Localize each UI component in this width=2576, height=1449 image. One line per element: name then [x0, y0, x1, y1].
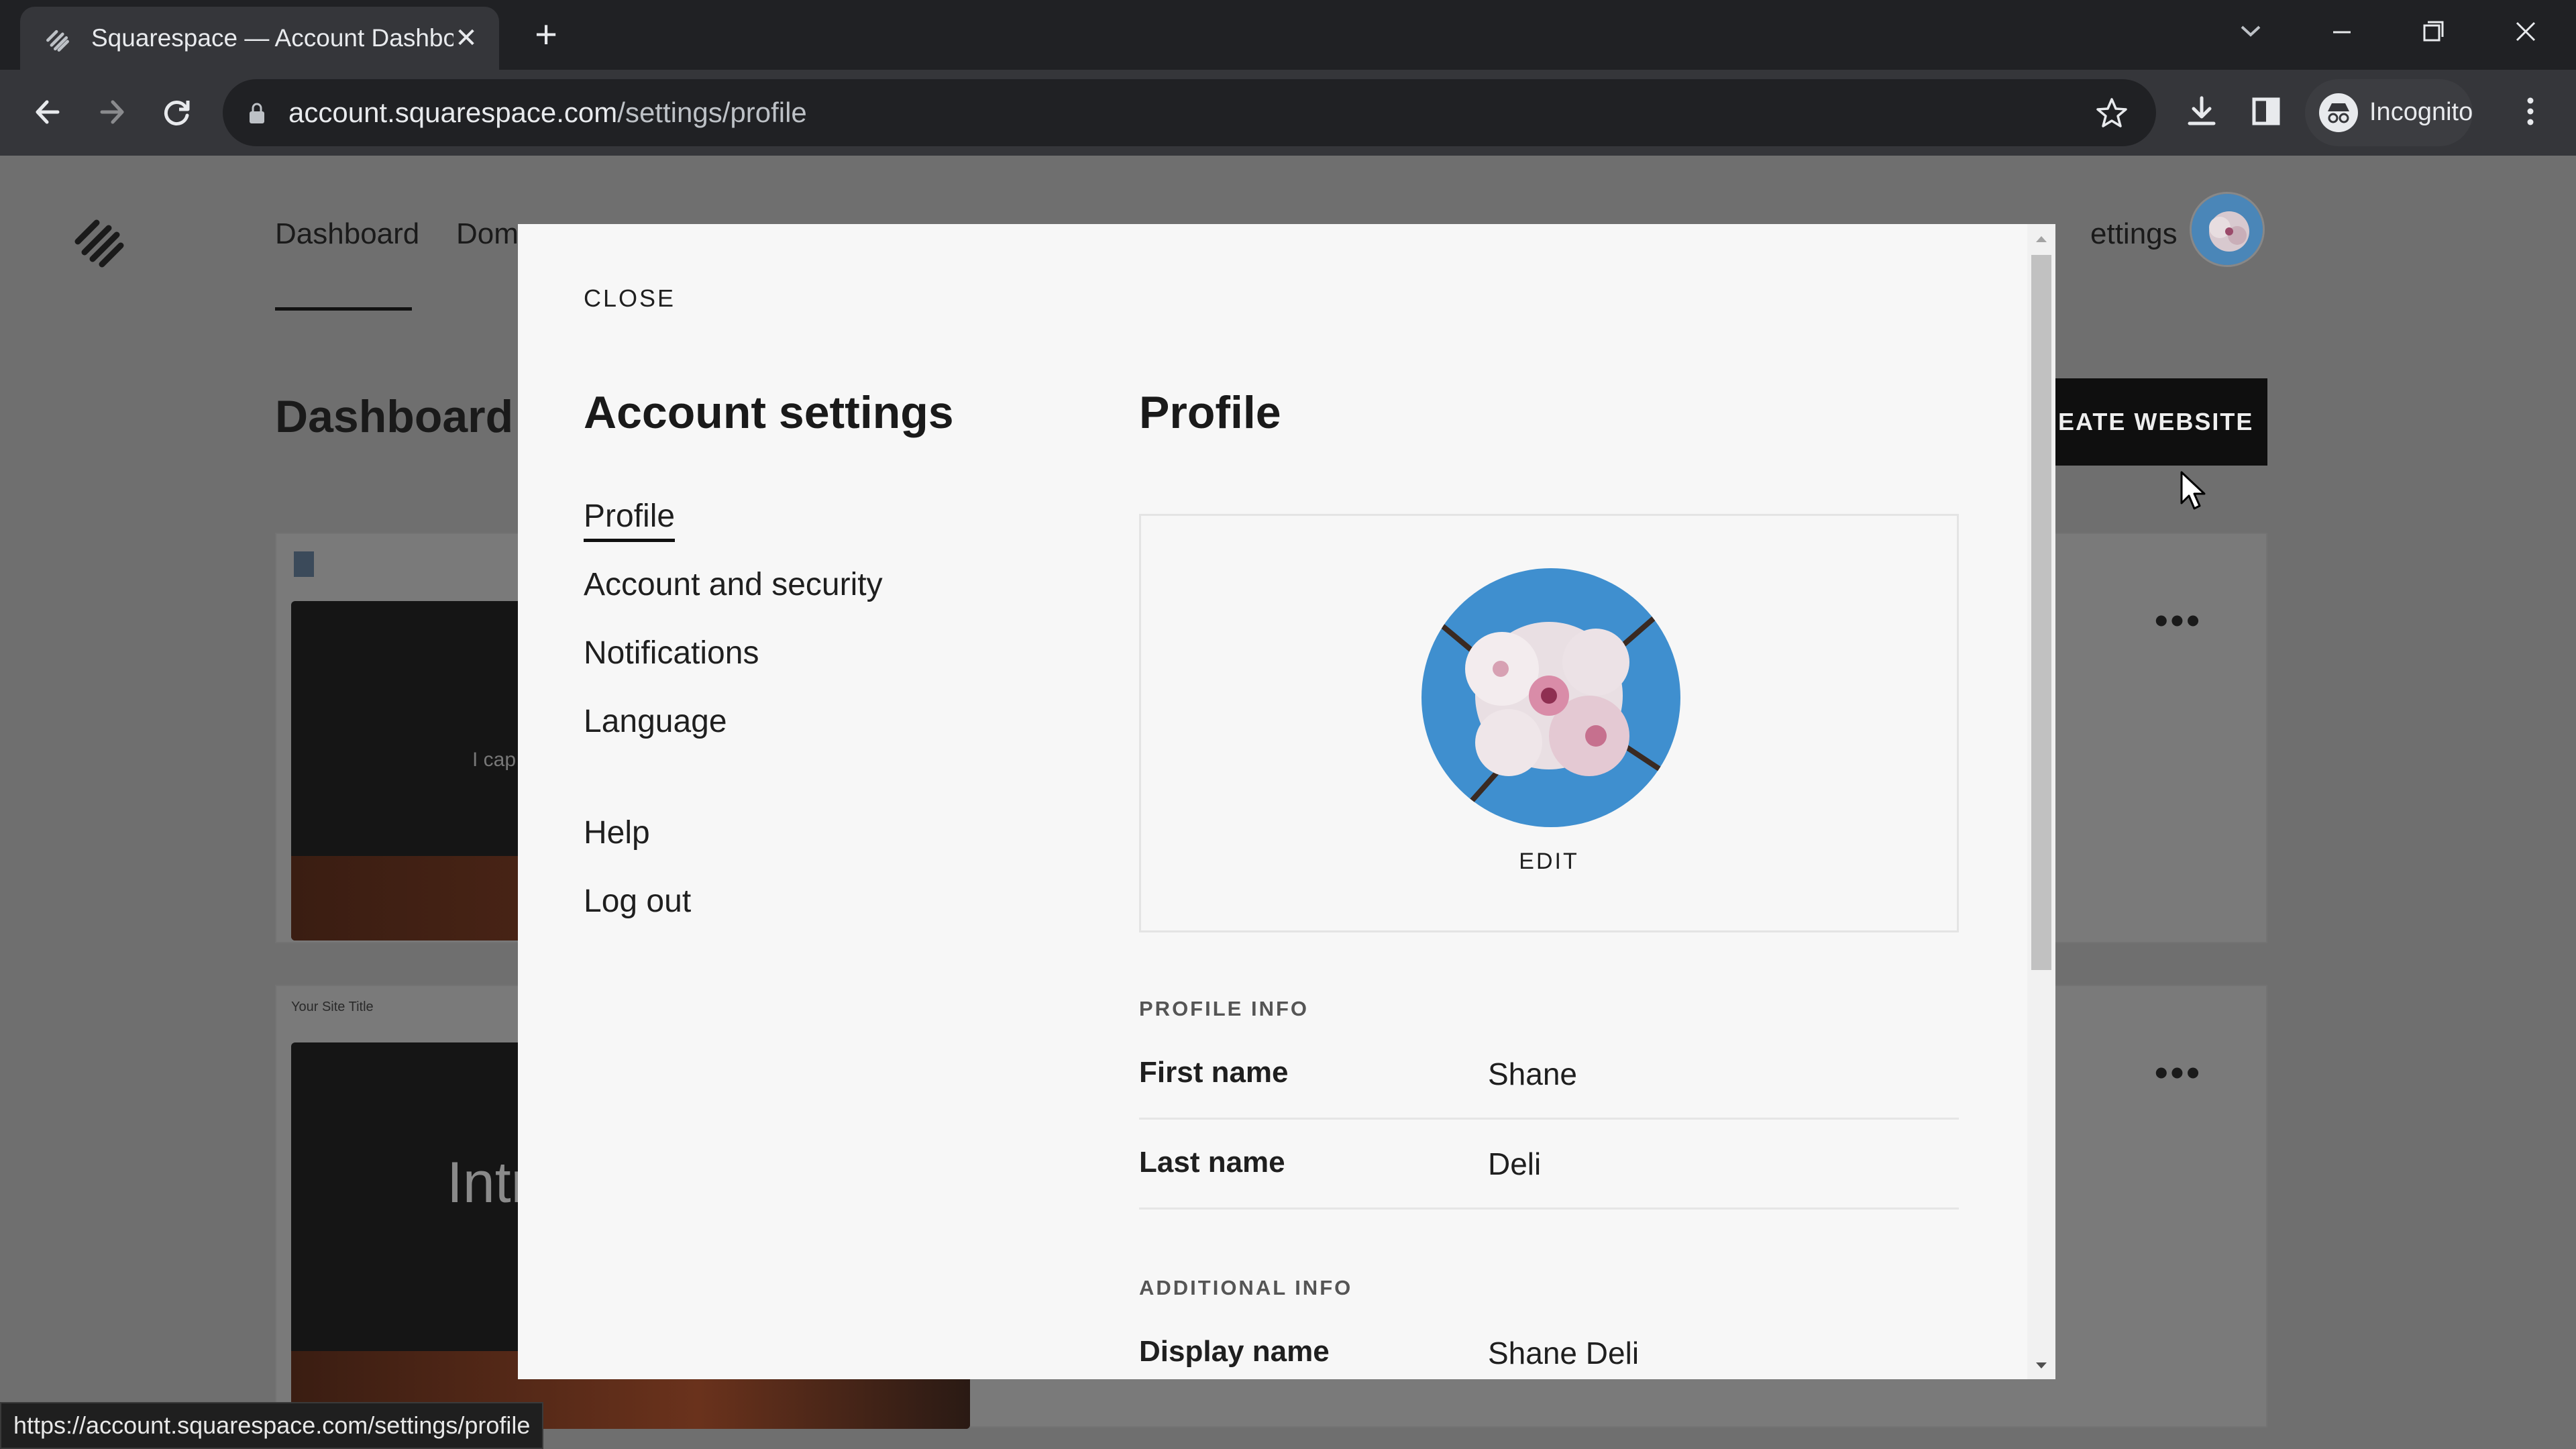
bookmark-star-icon[interactable]	[2094, 95, 2129, 130]
url-text[interactable]: account.squarespace.com/settings/profile	[288, 97, 807, 129]
menu-item-log-out[interactable]: Log out	[584, 883, 691, 920]
minimize-icon[interactable]	[2318, 12, 2365, 52]
close-button[interactable]: CLOSE	[584, 284, 676, 313]
menu-item-language[interactable]: Language	[584, 703, 727, 740]
nav-active-underline	[275, 307, 412, 311]
cherry-blossom-photo-icon	[1421, 568, 1680, 827]
squarespace-favicon-icon	[46, 30, 69, 52]
menu-item-help[interactable]: Help	[584, 814, 650, 851]
user-avatar[interactable]	[2190, 192, 2265, 267]
browser-tab[interactable]: Squarespace — Account Dashboard ✕	[20, 7, 499, 70]
page-title: Dashboard	[275, 391, 514, 442]
tab-close-icon[interactable]: ✕	[449, 21, 483, 55]
download-icon[interactable]	[2180, 90, 2223, 133]
lock-icon[interactable]	[247, 102, 267, 125]
url-path: /settings/profile	[617, 97, 807, 128]
reload-icon[interactable]	[153, 89, 200, 136]
incognito-label: Incognito	[2369, 98, 2473, 126]
restore-icon[interactable]	[2410, 12, 2457, 52]
blossom-avatar-icon	[2192, 194, 2263, 265]
divider	[1139, 1208, 1959, 1210]
side-panel-icon[interactable]	[2245, 90, 2288, 133]
nav-dashboard[interactable]: Dashboard	[275, 217, 419, 251]
profile-photo[interactable]	[1421, 568, 1680, 827]
address-bar[interactable]: account.squarespace.com/settings/profile	[223, 79, 2156, 146]
scroll-down-icon[interactable]	[2034, 1358, 2049, 1373]
mouse-cursor-icon	[2180, 471, 2206, 510]
menu-item-account-security[interactable]: Account and security	[584, 566, 883, 603]
divider	[1139, 1118, 1959, 1120]
scrollbar-thumb[interactable]	[2031, 255, 2051, 970]
create-website-button[interactable]: EATE WEBSITE	[2039, 378, 2267, 466]
nav-domains[interactable]: Dom	[456, 217, 519, 251]
back-icon[interactable]	[24, 89, 71, 136]
modal-scrollbar[interactable]	[2027, 224, 2055, 1379]
site-title-label: Your Site Title	[291, 1000, 374, 1014]
incognito-indicator[interactable]: Incognito	[2305, 79, 2473, 146]
new-tab-icon[interactable]: +	[526, 15, 566, 56]
site-thumbnail-text: I cap	[472, 749, 517, 771]
profile-photo-card: EDIT	[1139, 514, 1959, 932]
forward-icon[interactable]	[89, 89, 136, 136]
nav-settings[interactable]: ettings	[2090, 217, 2178, 251]
menu-item-notifications[interactable]: Notifications	[584, 635, 759, 672]
first-name-field[interactable]: Shane	[1488, 1056, 1577, 1092]
squarespace-logo-icon[interactable]	[67, 211, 131, 275]
close-window-icon[interactable]	[2502, 12, 2549, 52]
url-host: account.squarespace.com	[288, 97, 618, 128]
status-bar-url: https://account.squarespace.com/settings…	[0, 1402, 544, 1449]
menu-item-profile[interactable]: Profile	[584, 498, 676, 542]
browser-toolbar: account.squarespace.com/settings/profile…	[0, 70, 2576, 156]
last-name-field[interactable]: Deli	[1488, 1146, 1541, 1182]
last-name-label: Last name	[1139, 1146, 1285, 1179]
site-favicon-icon	[294, 551, 314, 577]
scroll-up-icon[interactable]	[2034, 232, 2049, 247]
first-name-label: First name	[1139, 1056, 1289, 1089]
tab-search-icon[interactable]	[2227, 12, 2274, 52]
account-settings-modal: CLOSE Account settings Profile Account a…	[518, 224, 2055, 1379]
site-card-more-icon[interactable]: •••	[2155, 1051, 2202, 1094]
account-settings-heading: Account settings	[584, 387, 954, 438]
browser-tab-strip: Squarespace — Account Dashboard ✕ +	[0, 0, 2576, 70]
display-name-label: Display name	[1139, 1335, 1330, 1368]
incognito-icon	[2319, 93, 2358, 132]
additional-info-section-label: ADDITIONAL INFO	[1139, 1276, 1353, 1299]
edit-photo-button[interactable]: EDIT	[1141, 849, 1957, 875]
profile-heading: Profile	[1139, 387, 1281, 438]
site-card-more-icon[interactable]: •••	[2155, 598, 2202, 642]
browser-menu-icon[interactable]	[2509, 90, 2552, 133]
profile-info-section-label: PROFILE INFO	[1139, 997, 1309, 1020]
tab-title: Squarespace — Account Dashboard	[91, 24, 453, 52]
display-name-field[interactable]: Shane Deli	[1488, 1335, 1639, 1371]
